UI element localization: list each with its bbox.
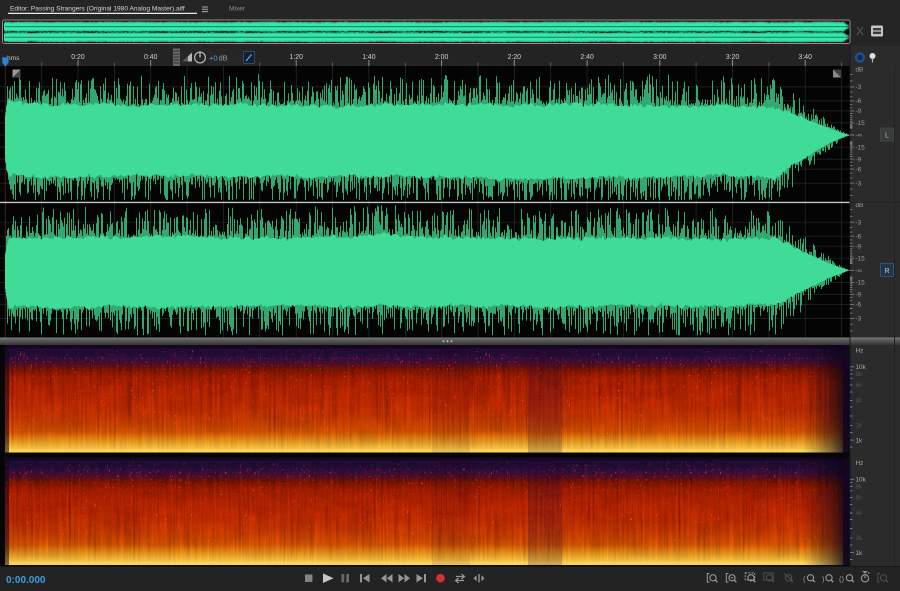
svg-text:-15: -15	[856, 255, 866, 262]
svg-text:-3: -3	[856, 180, 862, 187]
svg-text:Mixer: Mixer	[229, 6, 246, 13]
svg-text:10k: 10k	[856, 364, 867, 371]
svg-text:0:00.000: 0:00.000	[6, 575, 46, 586]
svg-text:-3: -3	[856, 84, 862, 91]
svg-text:-∞: -∞	[856, 132, 863, 139]
svg-text:1k: 1k	[856, 550, 864, 557]
svg-text:-6: -6	[856, 233, 862, 240]
svg-text:2:00: 2:00	[435, 54, 449, 61]
svg-text:Editor: Passing Strangers (Ori: Editor: Passing Strangers (Original 1980…	[10, 6, 185, 13]
svg-text:Hz: Hz	[856, 460, 864, 467]
svg-text:2k: 2k	[856, 535, 864, 542]
svg-text:-∞: -∞	[856, 268, 863, 275]
svg-text:-6: -6	[856, 98, 862, 105]
svg-text:R: R	[884, 268, 889, 275]
svg-text:1:40: 1:40	[362, 54, 376, 61]
svg-text:3:20: 3:20	[726, 54, 740, 61]
svg-text:8k: 8k	[856, 371, 864, 378]
svg-text:dB: dB	[856, 67, 864, 74]
svg-text:4k: 4k	[856, 510, 864, 517]
svg-text:-15: -15	[856, 120, 866, 127]
svg-text:-9: -9	[856, 292, 862, 299]
svg-text:-9: -9	[856, 156, 862, 163]
svg-text:0:20: 0:20	[71, 54, 85, 61]
svg-text:-6: -6	[856, 166, 862, 173]
svg-text:3:00: 3:00	[653, 54, 667, 61]
svg-text:-6: -6	[856, 302, 862, 309]
svg-text:-9: -9	[856, 108, 862, 115]
svg-text:-9: -9	[856, 243, 862, 250]
svg-text:4k: 4k	[856, 398, 864, 405]
svg-text:-15: -15	[856, 280, 866, 287]
svg-text:dB: dB	[219, 53, 228, 62]
svg-text:2:40: 2:40	[580, 54, 594, 61]
svg-text:3:40: 3:40	[798, 54, 812, 61]
svg-text:10k: 10k	[856, 477, 867, 484]
svg-text:-3: -3	[856, 219, 862, 226]
svg-text:6k: 6k	[856, 495, 864, 502]
svg-text:hms: hms	[7, 55, 20, 62]
svg-text:1:20: 1:20	[289, 54, 303, 61]
svg-text:L: L	[885, 133, 889, 140]
svg-text:8k: 8k	[856, 484, 864, 491]
svg-text:+0: +0	[209, 53, 218, 62]
svg-text:2k: 2k	[856, 423, 864, 430]
svg-text:-15: -15	[856, 144, 866, 151]
svg-text:0:40: 0:40	[144, 54, 158, 61]
svg-text:6k: 6k	[856, 382, 864, 389]
svg-text:2:20: 2:20	[508, 54, 522, 61]
svg-text:-3: -3	[856, 316, 862, 323]
svg-text:1k: 1k	[856, 437, 864, 444]
svg-text:(): ()	[839, 574, 844, 583]
svg-text:Hz: Hz	[856, 348, 864, 355]
